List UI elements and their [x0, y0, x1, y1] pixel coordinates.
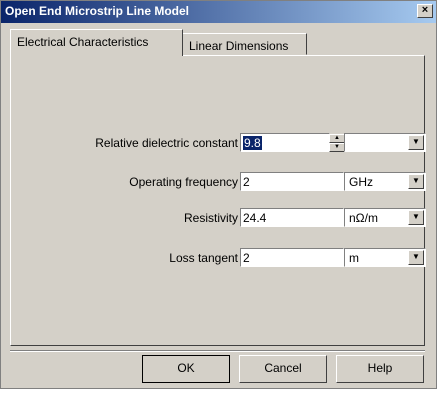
resistivity-unit: nΩ/m — [349, 211, 378, 225]
cancel-button[interactable]: Cancel — [239, 355, 327, 383]
dielectric-unit-select[interactable]: ▼ — [344, 133, 426, 152]
title-bar[interactable]: Open End Microstrip Line Model × — [1, 1, 436, 23]
loss-tangent-row: Loss tangent 2 m ▼ — [11, 248, 426, 268]
resistivity-label: Resistivity — [183, 211, 238, 225]
resistivity-input[interactable]: 24.4 — [240, 208, 344, 227]
chevron-down-icon[interactable]: ▼ — [408, 135, 424, 150]
help-button[interactable]: Help — [336, 355, 424, 383]
resistivity-row: Resistivity 24.4 nΩ/m ▼ — [11, 208, 426, 228]
dielectric-label: Relative dielectric constant — [95, 136, 238, 150]
chevron-down-icon[interactable]: ▼ — [408, 174, 424, 189]
resistivity-unit-select[interactable]: nΩ/m ▼ — [344, 208, 426, 227]
window-title: Open End Microstrip Line Model — [5, 4, 190, 18]
dialog-window: Open End Microstrip Line Model × Electri… — [0, 0, 437, 389]
frequency-row: Operating frequency 2 GHz ▼ — [11, 172, 426, 192]
dielectric-input[interactable]: 9.8 — [240, 133, 330, 152]
spin-down-icon[interactable]: ▼ — [329, 143, 345, 152]
ok-button[interactable]: OK — [142, 355, 230, 383]
frequency-unit-select[interactable]: GHz ▼ — [344, 172, 426, 191]
chevron-down-icon[interactable]: ▼ — [408, 250, 424, 265]
dielectric-spinner[interactable]: ▲ ▼ — [329, 134, 345, 152]
loss-tangent-unit: m — [349, 251, 359, 265]
frequency-label: Operating frequency — [129, 175, 238, 189]
loss-tangent-unit-select[interactable]: m ▼ — [344, 248, 426, 267]
frequency-unit: GHz — [349, 175, 373, 189]
dielectric-row: Relative dielectric constant 9.8 ▲ ▼ ▼ — [11, 133, 426, 153]
frequency-input[interactable]: 2 — [240, 172, 344, 191]
tab-electrical-characteristics[interactable]: Electrical Characteristics — [10, 29, 183, 56]
tab-linear-dimensions[interactable]: Linear Dimensions — [182, 33, 307, 55]
tab-panel: Relative dielectric constant 9.8 ▲ ▼ ▼ O… — [10, 55, 426, 346]
close-button[interactable]: × — [417, 4, 433, 18]
spin-up-icon[interactable]: ▲ — [329, 134, 345, 143]
loss-tangent-input[interactable]: 2 — [240, 248, 344, 267]
loss-tangent-label: Loss tangent — [169, 251, 238, 265]
button-separator — [10, 350, 425, 352]
dielectric-value: 9.8 — [243, 136, 262, 150]
chevron-down-icon[interactable]: ▼ — [408, 210, 424, 225]
